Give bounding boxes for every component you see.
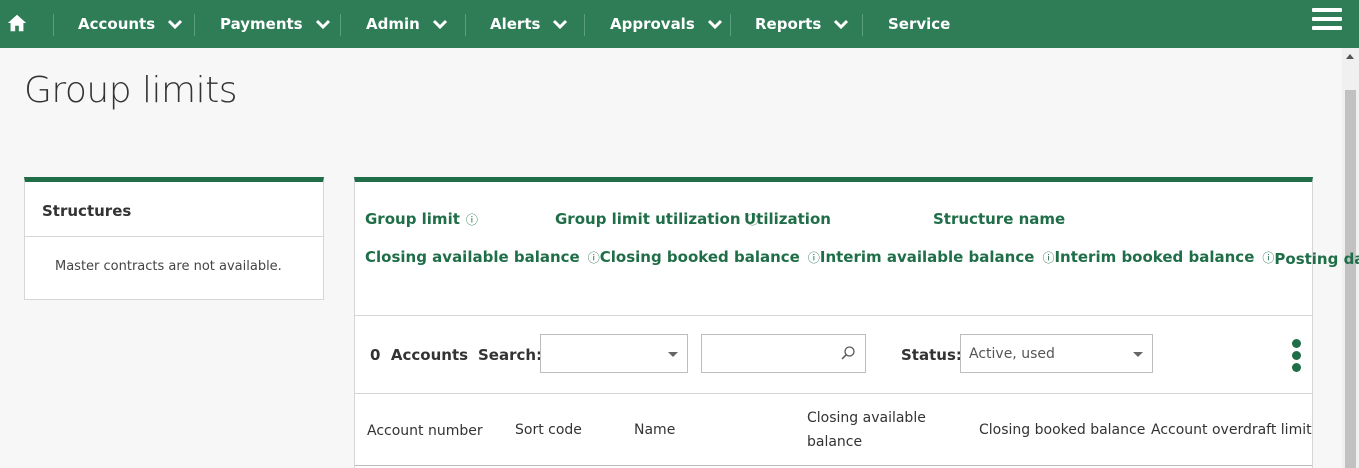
nav-separator bbox=[730, 14, 731, 36]
accounts-count: 0 Accounts bbox=[370, 346, 468, 364]
column-header-closing-booked-balance[interactable]: Closing booked balance bbox=[979, 418, 1145, 442]
info-icon[interactable]: ⓘ bbox=[1042, 249, 1054, 266]
nav-item-approvals[interactable]: Approvals bbox=[610, 0, 723, 48]
chevron-down-icon bbox=[834, 19, 849, 30]
top-nav: Accounts Payments Admin Alerts Approvals… bbox=[0, 0, 1359, 48]
interim-booked-balance-label: Interim booked balance bbox=[1054, 248, 1255, 266]
more-options-icon[interactable] bbox=[1292, 339, 1302, 373]
closing-available-balance-label: Closing available balance bbox=[365, 248, 580, 266]
panel-divider bbox=[355, 315, 1312, 316]
group-limit-utilization-label: Group limit utilization bbox=[555, 210, 741, 228]
panel-divider bbox=[355, 393, 1312, 394]
nav-separator bbox=[584, 14, 585, 36]
nav-item-label: Accounts bbox=[78, 15, 156, 33]
nav-separator bbox=[340, 14, 341, 36]
closing-available-balance-link[interactable]: Closing available balance ⓘClosing booked… bbox=[365, 248, 1359, 268]
table-header-divider bbox=[355, 465, 1312, 466]
column-header-name[interactable]: Name bbox=[634, 418, 675, 442]
search-input[interactable] bbox=[701, 334, 866, 373]
nav-item-label: Reports bbox=[755, 15, 822, 33]
group-limit-link[interactable]: Group limit ⓘ bbox=[365, 210, 478, 228]
structures-title: Structures bbox=[25, 182, 323, 237]
group-limit-panel: Group limit ⓘ Group limit utilization ⓘ Ut… bbox=[354, 177, 1359, 468]
nav-item-admin[interactable]: Admin bbox=[366, 0, 448, 48]
nav-item-label: Payments bbox=[220, 15, 303, 33]
nav-item-label: Admin bbox=[366, 15, 420, 33]
group-limit-label: Group limit bbox=[365, 210, 460, 228]
nav-item-label: Alerts bbox=[490, 15, 541, 33]
group-limit-utilization-link[interactable]: Group limit utilization ⓘ bbox=[555, 210, 759, 228]
nav-item-label: Service bbox=[888, 15, 951, 33]
caret-down-icon bbox=[1133, 352, 1143, 357]
search-field-select[interactable] bbox=[540, 334, 688, 373]
caret-down-icon bbox=[668, 352, 678, 357]
nav-item-reports[interactable]: Reports bbox=[755, 0, 849, 48]
accounts-count-value: 0 bbox=[370, 346, 381, 364]
accounts-count-label: Accounts bbox=[390, 346, 469, 364]
search-icon[interactable] bbox=[840, 345, 856, 361]
chevron-down-icon bbox=[168, 19, 183, 30]
chevron-down-icon bbox=[707, 19, 722, 30]
utilization-link[interactable]: Utilization bbox=[744, 210, 831, 228]
column-header-sort-code[interactable]: Sort code bbox=[515, 418, 582, 442]
search-label: Search: bbox=[478, 346, 543, 364]
nav-item-label: Approvals bbox=[610, 15, 695, 33]
scroll-up-arrow-icon[interactable] bbox=[1346, 54, 1354, 59]
column-header-account-overdraft-limit[interactable]: Account overdraft limit bbox=[1151, 418, 1312, 442]
closing-booked-balance-label: Closing booked balance bbox=[599, 248, 800, 266]
info-icon[interactable]: ⓘ bbox=[466, 211, 478, 228]
interim-available-balance-label: Interim available balance bbox=[819, 248, 1035, 266]
chevron-down-icon bbox=[315, 19, 330, 30]
nav-separator bbox=[53, 14, 54, 36]
nav-separator bbox=[862, 14, 863, 36]
chevron-down-icon bbox=[432, 19, 447, 30]
info-icon[interactable]: ⓘ bbox=[588, 249, 600, 266]
nav-separator bbox=[194, 14, 195, 36]
column-header-account-number[interactable]: Account number bbox=[367, 419, 483, 443]
page-title: Group limits bbox=[24, 70, 238, 111]
status-select-value: Active, used bbox=[969, 346, 1055, 362]
column-header-closing-available-balance[interactable]: Closing available balance bbox=[807, 406, 947, 454]
status-label: Status: bbox=[901, 346, 962, 364]
scrollbar-thumb[interactable] bbox=[1345, 90, 1356, 468]
nav-item-alerts[interactable]: Alerts bbox=[490, 0, 568, 48]
status-select[interactable]: Active, used bbox=[960, 334, 1153, 373]
home-icon[interactable] bbox=[6, 12, 28, 34]
nav-item-payments[interactable]: Payments bbox=[220, 0, 331, 48]
info-icon[interactable]: ⓘ bbox=[808, 249, 820, 266]
nav-separator bbox=[465, 14, 466, 36]
chevron-down-icon bbox=[553, 19, 568, 30]
nav-item-service[interactable]: Service bbox=[888, 0, 950, 48]
structures-empty-message: Master contracts are not available. bbox=[55, 259, 282, 274]
structure-name-link[interactable]: Structure name bbox=[933, 210, 1065, 228]
hamburger-menu-icon[interactable] bbox=[1312, 8, 1342, 34]
nav-item-accounts[interactable]: Accounts bbox=[78, 0, 183, 48]
info-icon[interactable]: ⓘ bbox=[1262, 249, 1274, 266]
structures-panel: Structures Master contracts are not avai… bbox=[24, 177, 324, 300]
posting-date-label: Posting date: bbox=[1274, 250, 1359, 268]
